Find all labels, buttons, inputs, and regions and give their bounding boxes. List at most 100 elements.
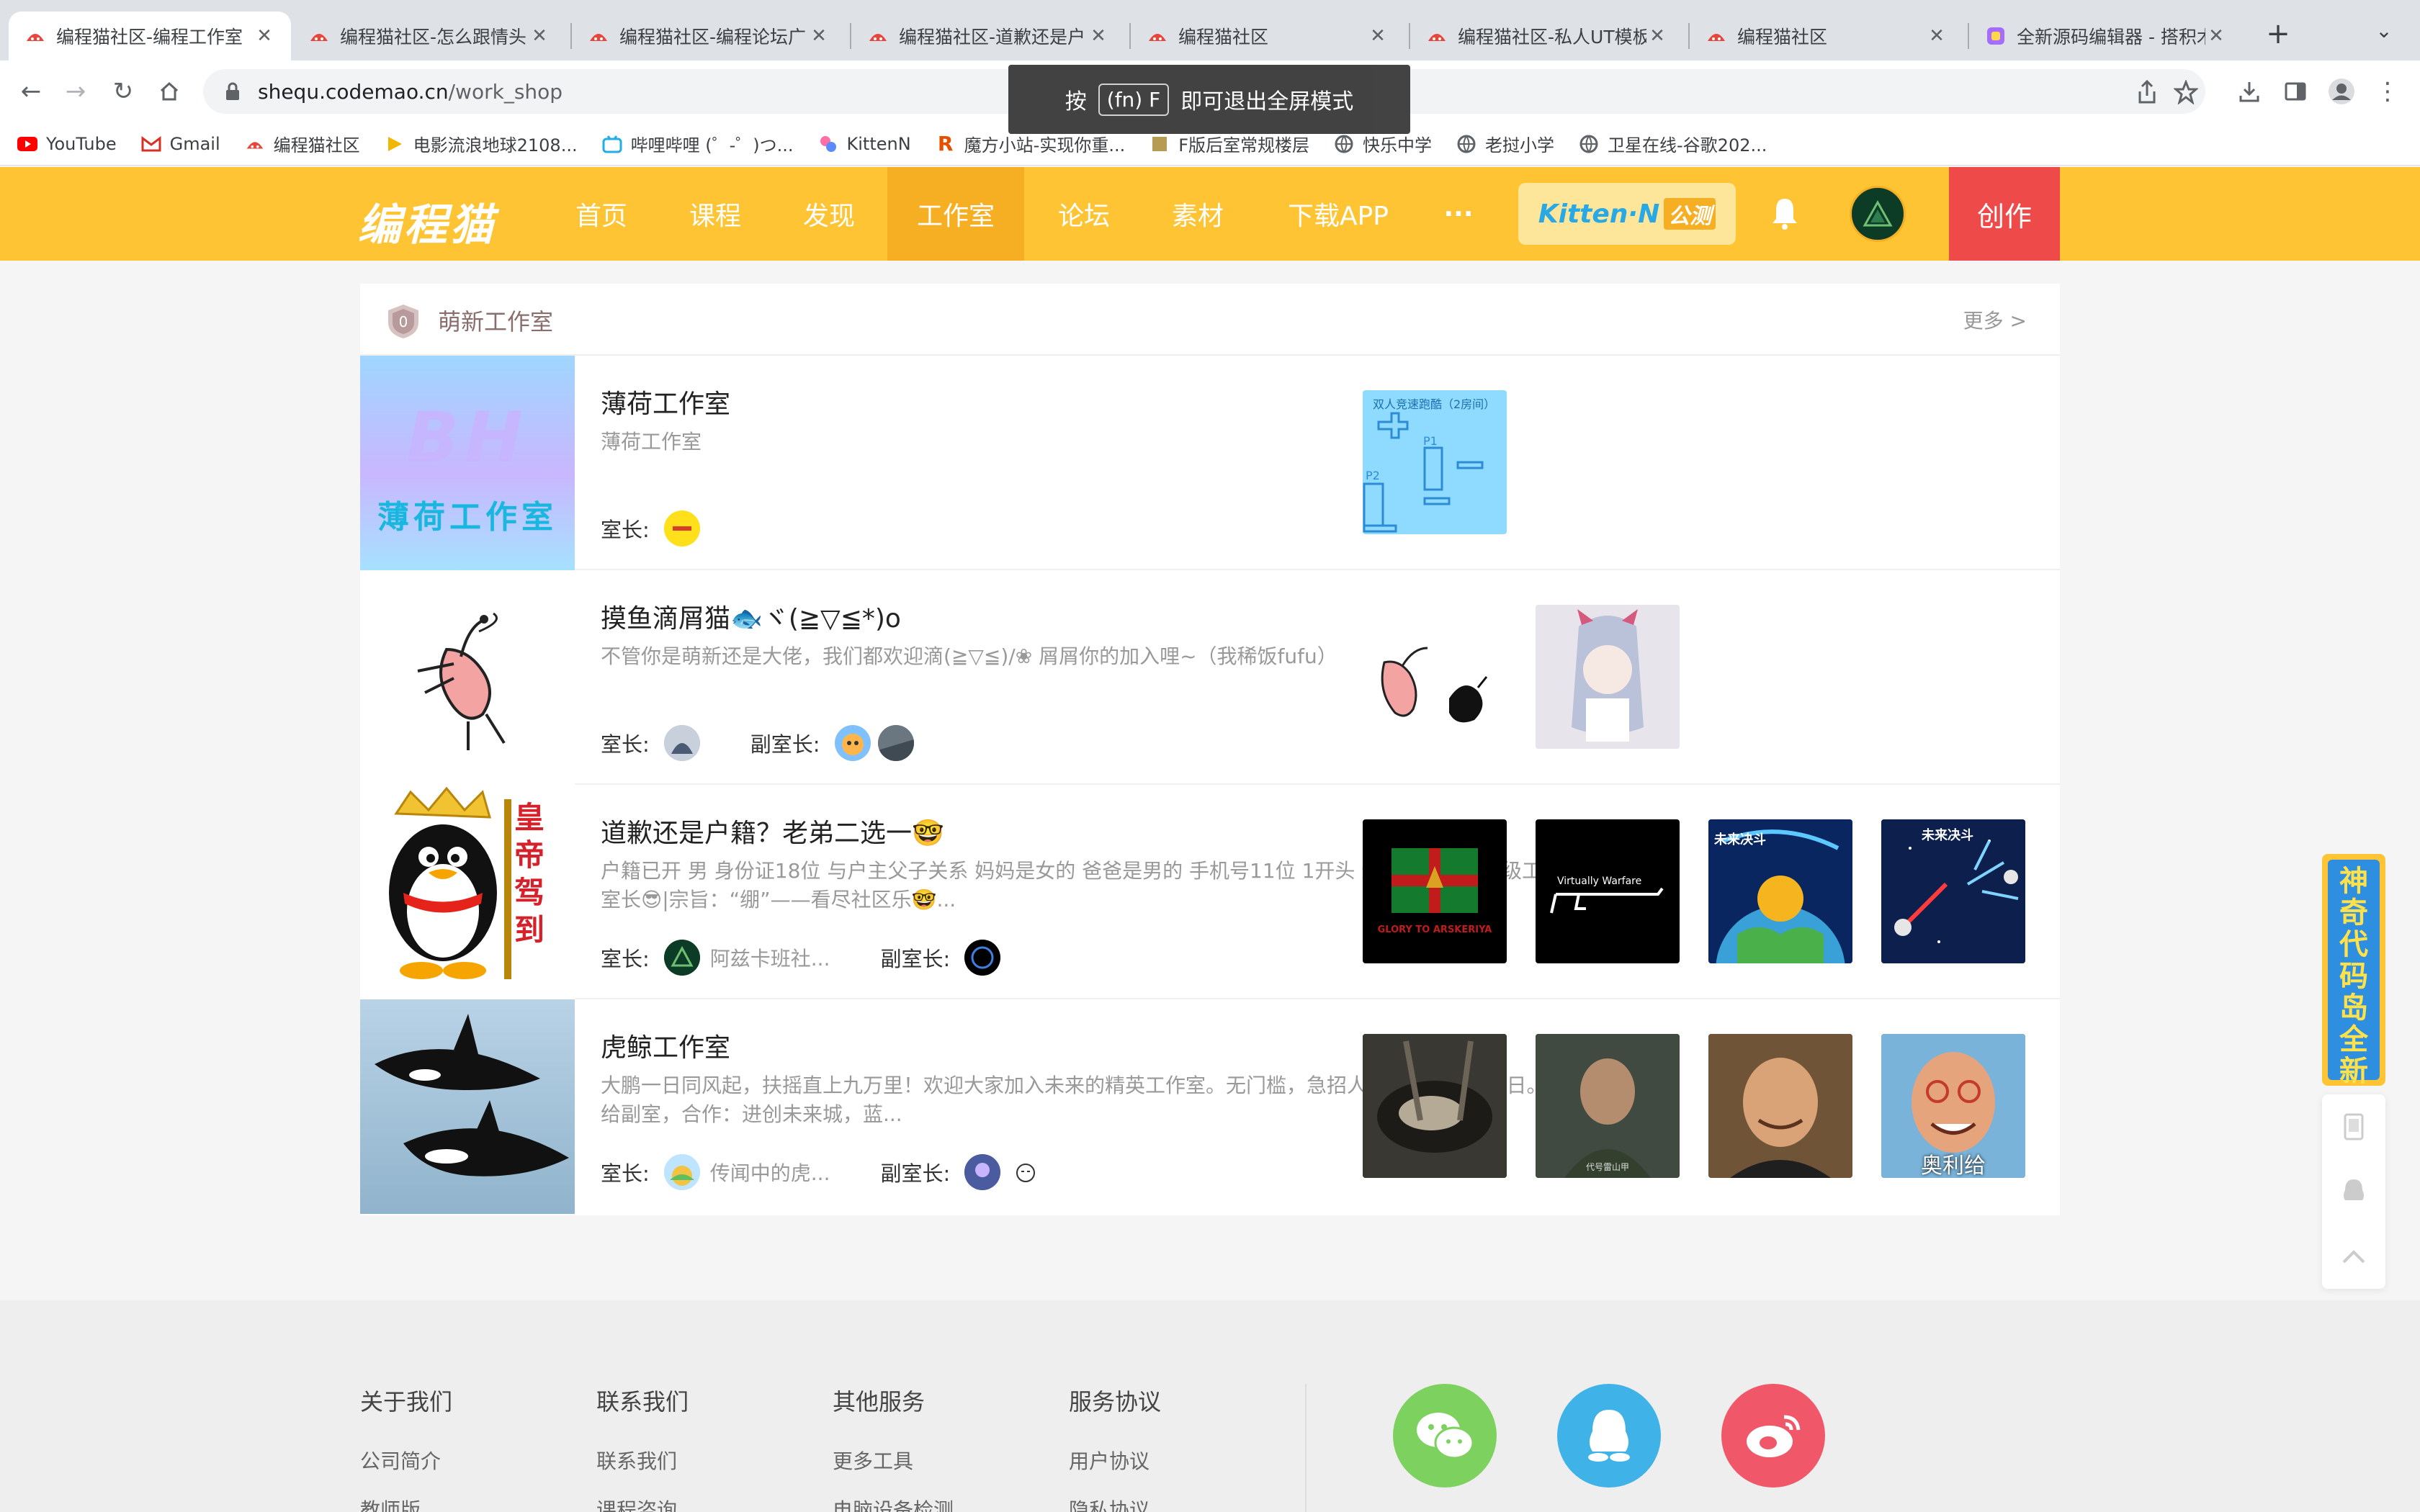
nav-item-download-app[interactable]: 下载APP: [1273, 167, 1403, 261]
wechat-icon[interactable]: [1393, 1384, 1497, 1488]
avatar[interactable]: [1850, 186, 1906, 242]
bookmark-item[interactable]: R 魔方小站-实现你重...: [936, 131, 1125, 156]
close-icon[interactable]: ✕: [254, 25, 275, 47]
browser-tab[interactable]: 编程猫社区-编程论坛广 ✕: [572, 12, 846, 60]
sidepanel-icon[interactable]: [2279, 75, 2312, 108]
back-icon[interactable]: ←: [14, 75, 48, 108]
home-icon[interactable]: [153, 75, 186, 108]
create-button[interactable]: 创作: [1949, 167, 2060, 261]
studio-cover[interactable]: BH 薄荷工作室: [360, 356, 575, 570]
footer-link[interactable]: 教师版: [360, 1495, 452, 1512]
work-thumbnail[interactable]: 双人竞速跑酷（2房间） P1 P2: [1363, 390, 1507, 534]
bookmark-item[interactable]: Gmail: [141, 134, 220, 154]
nav-item-materials[interactable]: 素材: [1151, 167, 1245, 261]
avatar[interactable]: [663, 940, 700, 976]
more-icon[interactable]: ···: [1426, 167, 1491, 261]
qq-icon[interactable]: [1557, 1384, 1661, 1488]
studio-cover[interactable]: [360, 570, 575, 785]
studio-row[interactable]: 皇帝驾到 道歉还是户籍？老弟二选一🤓 户籍已开 男 身份证18位 与户主父子关系…: [360, 785, 2060, 999]
work-thumbnail[interactable]: [1363, 605, 1507, 749]
tablet-icon[interactable]: [2322, 1094, 2385, 1159]
forward-icon[interactable]: →: [59, 75, 92, 108]
avatar[interactable]: [663, 510, 700, 546]
avatar[interactable]: [834, 725, 871, 761]
avatar[interactable]: [1008, 1154, 1044, 1190]
close-icon[interactable]: ✕: [1088, 25, 1109, 47]
browser-tab[interactable]: 编程猫社区-怎么跟情头 ✕: [292, 12, 566, 60]
footer-link[interactable]: 联系我们: [596, 1446, 689, 1475]
footer-link[interactable]: 课程咨询: [596, 1495, 689, 1512]
nav-item-forum[interactable]: 论坛: [1037, 167, 1131, 261]
footer-link[interactable]: 电脑设备检测: [833, 1495, 954, 1512]
weibo-icon[interactable]: [1721, 1384, 1825, 1488]
work-thumbnail[interactable]: GLORY TO ARSKERIYA: [1363, 819, 1507, 963]
new-tab-icon[interactable]: +: [2260, 16, 2296, 52]
avatar[interactable]: [663, 725, 700, 761]
bookmark-item[interactable]: 哔哩哔哩 (゜-゜)つ...: [602, 131, 794, 156]
browser-tab[interactable]: 编程猫社区-道歉还是户 ✕: [851, 12, 1125, 60]
nav-item-studio[interactable]: 工作室: [887, 167, 1024, 261]
work-thumbnail[interactable]: 未来决斗: [1708, 819, 1852, 963]
work-thumbnail[interactable]: 奥利给: [1881, 1034, 2025, 1178]
footer-link[interactable]: 更多工具: [833, 1446, 954, 1475]
close-icon[interactable]: ✕: [1367, 25, 1389, 47]
browser-tab[interactable]: 编程猫社区 ✕: [1690, 12, 1963, 60]
back-to-top-icon[interactable]: [2322, 1224, 2385, 1289]
leader-name[interactable]: 阿兹卡班社...: [710, 943, 830, 972]
bell-icon[interactable]: [1765, 193, 1805, 233]
work-thumbnail[interactable]: [1363, 1034, 1507, 1178]
studio-row[interactable]: 摸鱼滴屑猫🐟ヾ(≧▽≦*)o 不管你是萌新还是大佬，我们都欢迎滴(≧▽≦)/❀ …: [360, 570, 2060, 785]
leader-name[interactable]: 传闻中的虎...: [710, 1158, 830, 1187]
bookmark-item[interactable]: 卫星在线-谷歌202...: [1579, 131, 1767, 156]
browser-tab[interactable]: 全新源码编辑器 - 搭积木 ✕: [1969, 12, 2243, 60]
studio-cover[interactable]: 皇帝驾到: [360, 785, 575, 999]
close-icon[interactable]: ✕: [1646, 25, 1668, 47]
bookmark-item[interactable]: 电影流浪地球2108...: [385, 131, 578, 156]
work-thumbnail[interactable]: 未来决斗: [1881, 819, 2025, 963]
bookmark-item[interactable]: 老挝小学: [1456, 131, 1554, 156]
avatar[interactable]: [964, 940, 1001, 976]
more-link[interactable]: 更多 >: [1963, 305, 2027, 334]
studio-cover[interactable]: [360, 999, 575, 1214]
browser-tab[interactable]: 编程猫社区 ✕: [1131, 12, 1404, 60]
footer-link[interactable]: 隐私协议: [1069, 1495, 1161, 1512]
bookmark-item[interactable]: 快乐中学: [1334, 131, 1432, 156]
browser-tab[interactable]: 编程猫社区-编程工作室 ✕: [9, 12, 291, 60]
footer-link[interactable]: 用户协议: [1069, 1446, 1161, 1475]
studio-name[interactable]: 道歉还是户籍？老弟二选一🤓: [601, 812, 944, 850]
work-thumbnail[interactable]: Virtually Warfare: [1536, 819, 1680, 963]
chevron-down-icon[interactable]: ⌄: [2370, 19, 2398, 48]
avatar[interactable]: [877, 725, 914, 761]
close-icon[interactable]: ✕: [1926, 25, 1948, 47]
work-thumbnail[interactable]: [1708, 1034, 1852, 1178]
nav-item-discover[interactable]: 发现: [782, 167, 876, 261]
close-icon[interactable]: ✕: [529, 25, 550, 47]
nav-item-home[interactable]: 首页: [555, 167, 648, 261]
studio-name[interactable]: 薄荷工作室: [601, 383, 730, 420]
reload-icon[interactable]: ↻: [107, 75, 140, 108]
studio-name[interactable]: 虎鲸工作室: [601, 1027, 730, 1064]
bookmark-item[interactable]: YouTube: [17, 134, 117, 154]
browser-tab[interactable]: 编程猫社区-私人UT模板 ✕: [1410, 12, 1684, 60]
site-logo[interactable]: 编程猫: [358, 190, 496, 253]
avatar[interactable]: [663, 1154, 700, 1190]
studio-name[interactable]: 摸鱼滴屑猫🐟ヾ(≧▽≦*)o: [601, 598, 901, 635]
close-icon[interactable]: ✕: [808, 25, 830, 47]
profile-icon[interactable]: [2325, 75, 2358, 108]
work-thumbnail[interactable]: [1536, 605, 1680, 749]
download-icon[interactable]: [2233, 75, 2266, 108]
share-icon[interactable]: [2136, 78, 2158, 107]
studio-row[interactable]: 虎鲸工作室 大鹏一日同风起，扶摇直上九万里！欢迎大家加入未来的精英工作室。无门槛…: [360, 999, 2060, 1214]
work-thumbnail[interactable]: 代号雷山甲: [1536, 1034, 1680, 1178]
qq-icon[interactable]: [2322, 1159, 2385, 1224]
kitten-n-button[interactable]: Kitten·N 公测: [1518, 183, 1736, 245]
nav-item-courses[interactable]: 课程: [668, 167, 762, 261]
promo-banner[interactable]: 神奇代码岛全新升级: [2322, 854, 2385, 1086]
avatar[interactable]: [964, 1154, 1001, 1190]
bookmark-item[interactable]: F版后室常规楼层: [1150, 131, 1309, 156]
footer-link[interactable]: 公司简介: [360, 1446, 452, 1475]
bookmark-item[interactable]: 编程猫社区: [245, 131, 360, 156]
more-vert-icon[interactable]: ⋮: [2371, 75, 2404, 108]
studio-row[interactable]: BH 薄荷工作室 薄荷工作室 薄荷工作室 室长: 双人竞速跑酷（2房间） P1 …: [360, 356, 2060, 570]
bookmark-star-icon[interactable]: [2174, 78, 2198, 107]
